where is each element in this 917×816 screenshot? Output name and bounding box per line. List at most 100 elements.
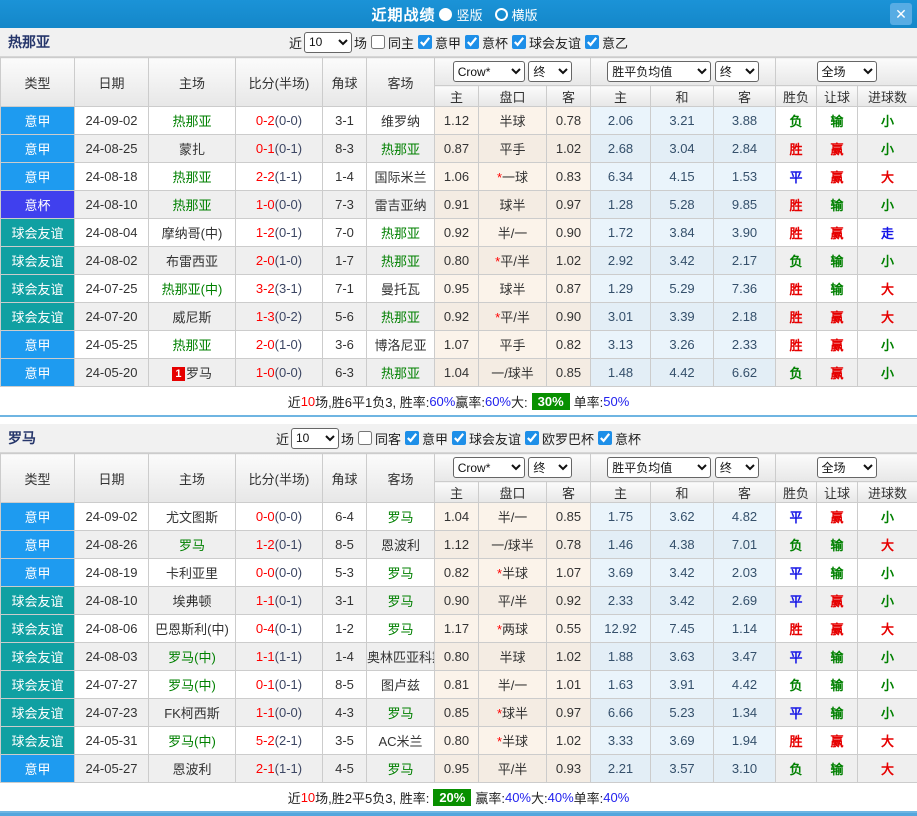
halftime-score: (0-1) [275,537,302,552]
rank-badge: 1 [172,367,185,381]
halftime-score: (1-1) [275,761,302,776]
date-cell: 24-05-20 [75,359,149,387]
mean-draw-cell: 3.42 [651,559,714,587]
league-checkbox[interactable] [525,431,539,445]
result-wl-cell: 负 [776,531,817,559]
fullmatch-select[interactable]: 全场 [817,61,877,82]
fulltime-score: 5-2 [256,733,275,748]
handicap-line-text: 平手 [499,338,525,353]
halftime-score: (0-1) [275,225,302,240]
result-handicap-cell: 赢 [817,135,858,163]
league-checkbox[interactable] [452,431,466,445]
away-team-cell: 罗马 [367,699,435,727]
league-checkbox[interactable] [418,35,432,49]
summary-segment: 近 [288,392,301,411]
corner-cell: 5-3 [323,559,367,587]
result-handicap-cell: 赢 [817,503,858,531]
fulltime-score: 1-1 [256,593,275,608]
league-checkbox[interactable] [512,35,526,49]
fulltime-score: 1-1 [256,649,275,664]
odds-final-select[interactable]: 终 [528,61,572,82]
odds-away-cell: 0.78 [547,107,591,135]
halftime-score: (0-0) [275,197,302,212]
league-checkbox[interactable] [585,35,599,49]
mean-home-cell: 1.29 [591,275,651,303]
vertical-layout-radio[interactable] [439,8,452,21]
summary-segment: 场,胜2平5负3, 胜率: [315,788,429,807]
handicap-line-text: 半球 [502,566,528,581]
odds-home-cell: 0.85 [435,699,479,727]
home-team-name: 罗马 [186,366,212,381]
league-cell: 意甲 [1,503,75,531]
odds-company-select[interactable]: Crow* [453,61,525,82]
mean-type-select[interactable]: 胜平负均值 [607,457,711,478]
home-team-name: 恩波利 [172,762,211,777]
result-handicap-cell: 赢 [817,303,858,331]
match-row: 球会友谊24-07-20威尼斯1-3(0-2)5-6热那亚0.92*平/半0.9… [1,303,917,331]
recent-count-select[interactable]: 10 [304,32,352,53]
score-cell: 1-0(0-0) [236,359,323,387]
horizontal-layout-radio[interactable] [495,8,508,21]
col-odds-line: 盘口 [479,86,547,107]
odds-company-select[interactable]: Crow* [453,457,525,478]
home-team-cell: 罗马(中) [149,643,236,671]
away-team-name: AC米兰 [378,734,422,749]
section-gap [0,417,917,424]
same-venue-checkbox[interactable] [371,35,385,49]
away-team-cell: 罗马 [367,615,435,643]
col-corner: 角球 [323,454,367,503]
recent-count-select[interactable]: 10 [291,428,339,449]
away-team-name: 雷吉亚纳 [374,198,426,213]
handicap-line-text: 半/一 [498,226,528,241]
col-away: 客场 [367,454,435,503]
league-checkbox[interactable] [465,35,479,49]
date-cell: 24-08-10 [75,587,149,615]
league-checkbox[interactable] [598,431,612,445]
match-row: 球会友谊24-08-03罗马(中)1-1(1-1)1-4奥林匹亚科斯0.80半球… [1,643,917,671]
match-row: 球会友谊24-07-27罗马(中)0-1(0-1)8-5图卢兹0.81半/一1.… [1,671,917,699]
score-cell: 1-2(0-1) [236,219,323,247]
mean-home-cell: 2.21 [591,755,651,783]
score-cell: 5-2(2-1) [236,727,323,755]
away-team-name: 博洛尼亚 [374,338,426,353]
away-team-name: 热那亚 [381,366,420,381]
home-team-name: 热那亚 [172,114,211,129]
league-cell: 意甲 [1,135,75,163]
score-cell: 1-2(0-1) [236,531,323,559]
summary-segment: 60% [429,394,455,409]
same-venue-checkbox[interactable] [358,431,372,445]
score-cell: 0-1(0-1) [236,671,323,699]
odds-home-cell: 0.80 [435,643,479,671]
result-wl-cell: 平 [776,587,817,615]
mean-type-select[interactable]: 胜平负均值 [607,61,711,82]
mean-final-select[interactable]: 终 [715,61,759,82]
home-team-cell: 热那亚 [149,331,236,359]
league-cell: 球会友谊 [1,727,75,755]
odds-away-cell: 1.02 [547,643,591,671]
match-row: 球会友谊24-08-02布雷西亚2-0(1-0)1-7热那亚0.80*平/半1.… [1,247,917,275]
close-icon[interactable]: ✕ [890,3,912,25]
filter-controls: 近10场同主意甲意杯球会友谊意乙 [287,32,630,53]
halftime-score: (0-0) [275,565,302,580]
match-row: 意甲24-05-201罗马1-0(0-0)6-3热那亚1.04一/球半0.851… [1,359,917,387]
fulltime-score: 2-0 [256,253,275,268]
mean-away-cell: 6.62 [714,359,776,387]
handicap-line-text: 平手 [499,142,525,157]
mean-final-select[interactable]: 终 [715,457,759,478]
home-team-name: 蒙扎 [179,142,205,157]
odds-final-select[interactable]: 终 [528,457,572,478]
fulltime-score: 1-0 [256,365,275,380]
odds-away-cell: 0.92 [547,587,591,615]
score-cell: 2-2(1-1) [236,163,323,191]
fullmatch-group-header: 全场 [776,58,917,86]
handicap-line-cell: 一/球半 [479,531,547,559]
result-handicap-cell: 赢 [817,219,858,247]
fullmatch-select[interactable]: 全场 [817,457,877,478]
result-handicap-cell: 输 [817,559,858,587]
corner-cell: 4-3 [323,699,367,727]
league-checkbox[interactable] [405,431,419,445]
halftime-score: (1-1) [275,649,302,664]
vertical-layout-label: 竖版 [456,5,482,24]
home-team-cell: 罗马(中) [149,727,236,755]
odds-away-cell: 0.83 [547,163,591,191]
